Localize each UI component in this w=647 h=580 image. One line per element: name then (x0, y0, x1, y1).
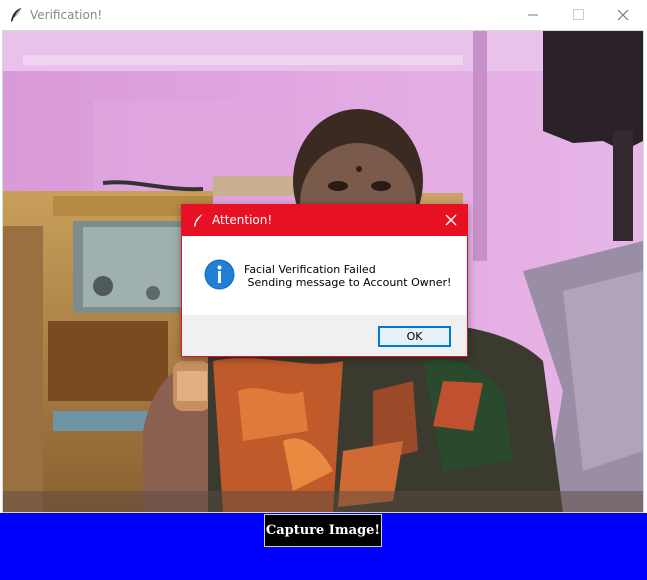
tk-feather-icon (11, 7, 22, 22)
close-icon (445, 214, 457, 226)
info-icon (204, 259, 235, 290)
maximize-icon (573, 9, 584, 20)
dialog-title: Attention! (212, 213, 273, 227)
dialog-message: Facial Verification Failed Sending messa… (244, 263, 452, 289)
minimize-icon (528, 14, 538, 16)
close-icon (617, 9, 629, 21)
close-button[interactable] (601, 0, 647, 30)
tk-feather-icon (194, 213, 204, 227)
dialog-close-button[interactable] (439, 209, 463, 231)
attention-dialog: Attention! Facial Verification Failed Se… (181, 204, 468, 357)
ok-button[interactable]: OK (378, 326, 451, 347)
dialog-titlebar[interactable]: Attention! (182, 205, 467, 236)
maximize-button[interactable] (556, 0, 602, 30)
window-titlebar[interactable]: Verification! (0, 0, 647, 30)
minimize-button[interactable] (510, 0, 556, 30)
window-title: Verification! (30, 8, 103, 22)
capture-image-button[interactable]: Capture Image! (264, 514, 382, 547)
